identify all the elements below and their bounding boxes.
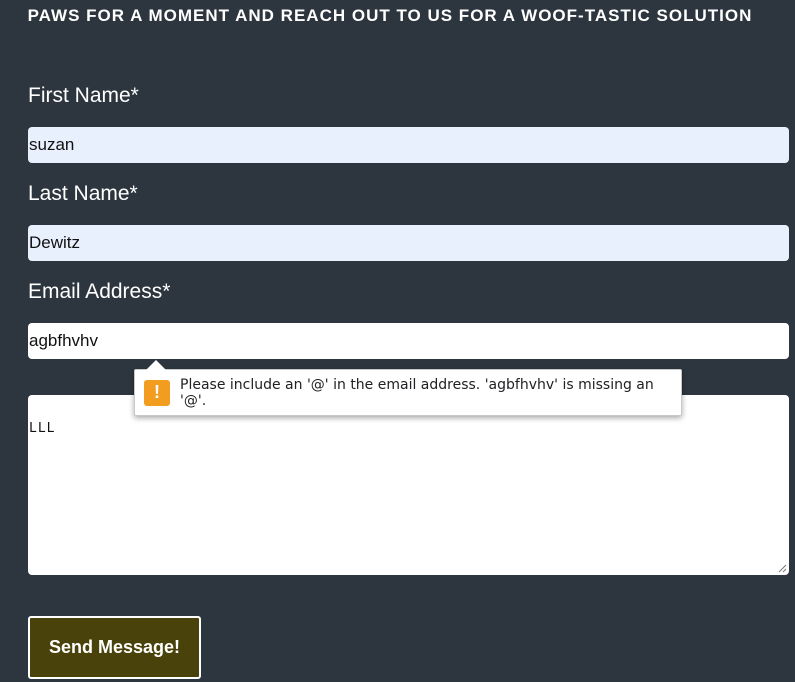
validation-tooltip: ! Please include an '@' in the email add… <box>134 369 682 416</box>
message-text: LLL <box>29 421 56 436</box>
email-label: Email Address* <box>28 280 171 303</box>
message-textarea[interactable]: LLL <box>28 395 789 575</box>
email-field[interactable]: agbfhvhv <box>28 323 789 359</box>
last-name-field[interactable]: Dewitz <box>28 225 789 261</box>
tooltip-arrow <box>146 360 166 370</box>
send-message-button[interactable]: Send Message! <box>28 616 201 679</box>
form-heading: PAWS FOR A MOMENT AND REACH OUT TO US FO… <box>27 6 753 25</box>
validation-message: Please include an '@' in the email addre… <box>180 376 654 409</box>
resize-grip-icon[interactable] <box>777 563 787 573</box>
first-name-label: First Name* <box>28 84 139 107</box>
last-name-label: Last Name* <box>28 182 138 205</box>
warning-icon: ! <box>144 379 170 406</box>
first-name-field[interactable]: suzan <box>28 127 789 163</box>
contact-page: PAWS FOR A MOMENT AND REACH OUT TO US FO… <box>0 0 795 682</box>
